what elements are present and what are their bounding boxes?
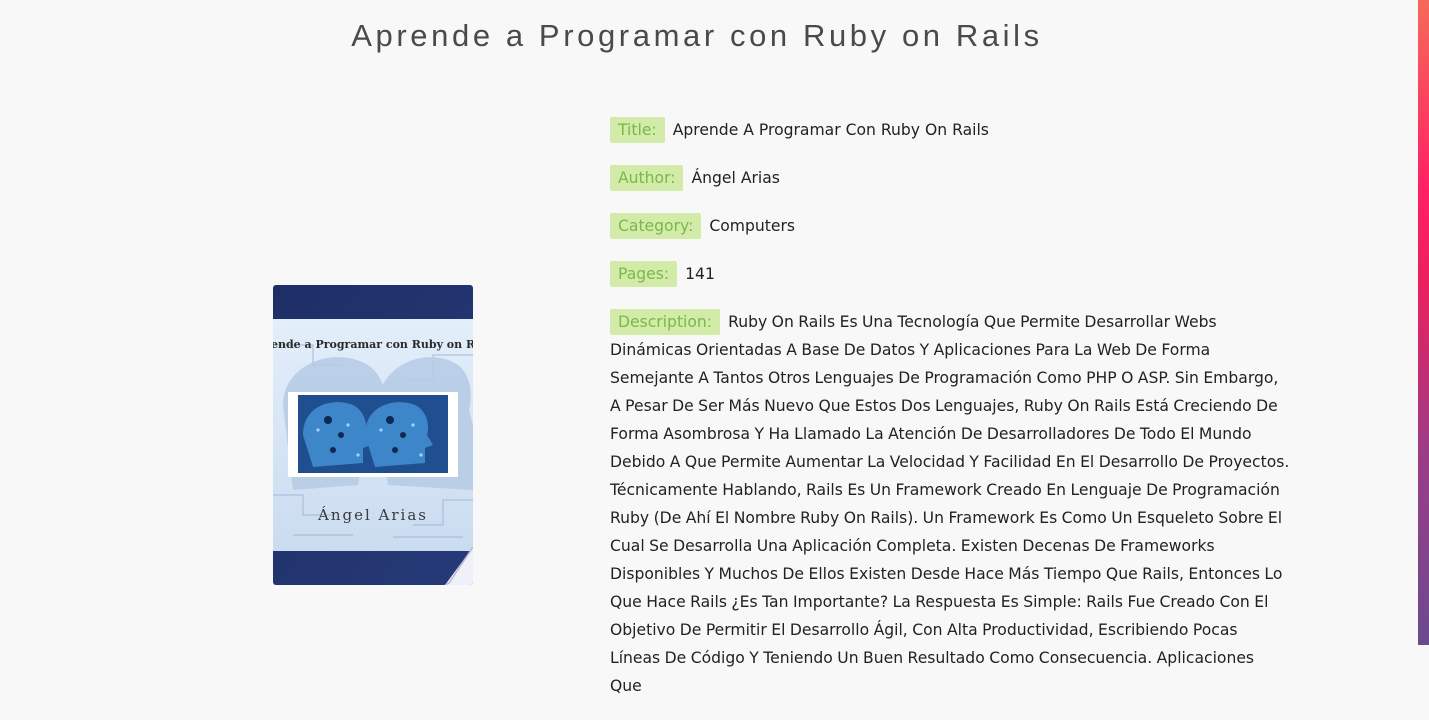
- pages-row: Pages: 141: [610, 260, 1290, 288]
- title-row: Title: Aprende A Programar Con Ruby On Ra…: [610, 116, 1290, 144]
- title-label: Title:: [610, 117, 665, 143]
- description-label: Description:: [610, 309, 721, 335]
- category-label: Category:: [610, 213, 702, 239]
- category-row: Category: Computers: [610, 212, 1290, 240]
- author-row: Author: Ángel Arias: [610, 164, 1290, 192]
- pages-label: Pages:: [610, 261, 678, 287]
- pages-value: 141: [685, 265, 715, 283]
- scrollbar-gradient-strip[interactable]: [1418, 0, 1429, 645]
- book-cover-art: Aprende a Programar con Ruby on Rails Án…: [273, 285, 473, 585]
- book-cover-image: Aprende a Programar con Ruby on Rails Án…: [273, 285, 473, 585]
- cover-title-text: Aprende a Programar con Ruby on Rails: [273, 338, 473, 351]
- author-label: Author:: [610, 165, 684, 191]
- category-value: Computers: [709, 217, 796, 235]
- cover-author-text: Ángel Arias: [317, 506, 428, 524]
- title-value: Aprende A Programar Con Ruby On Rails: [672, 121, 989, 139]
- author-value: Ángel Arias: [691, 169, 780, 187]
- description-row: Description: Ruby On Rails Es Una Tecnolo…: [610, 308, 1290, 700]
- page-title: Aprende a Programar con Ruby on Rails: [351, 18, 1043, 53]
- book-details: Title: Aprende A Programar Con Ruby On Ra…: [610, 116, 1290, 720]
- description-text: Ruby On Rails Es Una Tecnología Que Perm…: [610, 313, 1290, 695]
